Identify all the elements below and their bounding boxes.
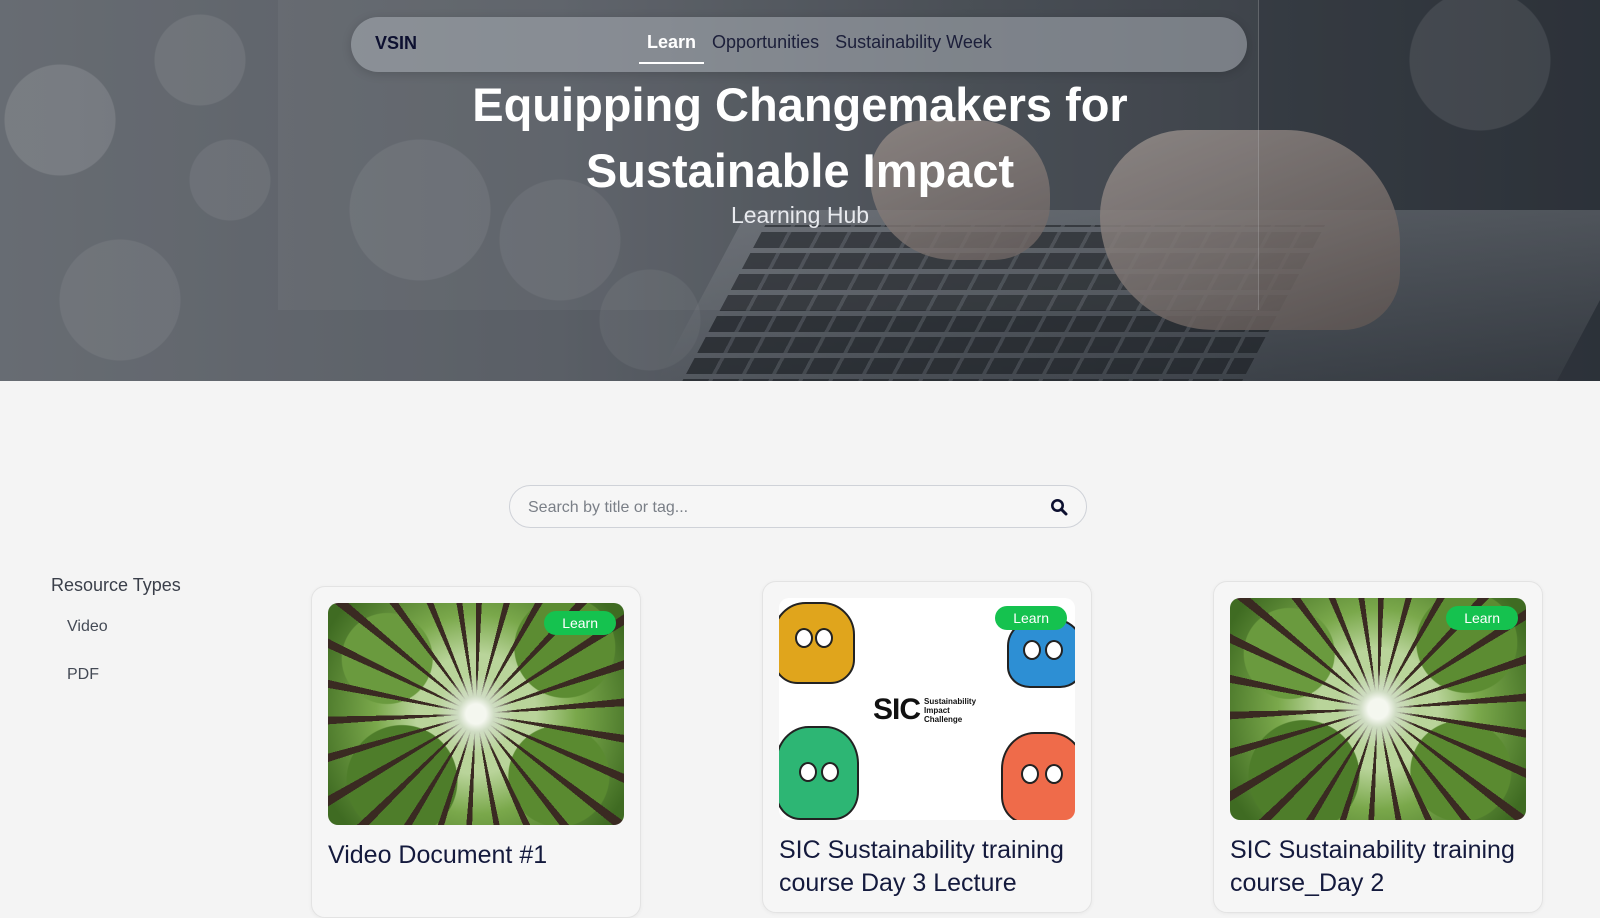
mascot-illustration xyxy=(779,726,859,820)
sic-logo-letters: SIC xyxy=(873,693,921,726)
mascot-eye xyxy=(1045,764,1063,784)
mascot-eye xyxy=(795,628,813,648)
sidebar-title: Resource Types xyxy=(51,575,181,595)
mascot-illustration xyxy=(779,602,855,684)
nav-link-learn[interactable]: Learn xyxy=(639,17,705,72)
search-icon[interactable] xyxy=(1050,498,1068,516)
resource-card[interactable]: SIC Sustainability Impact Challenge Lear… xyxy=(762,581,1092,913)
sic-mascots-image: SIC Sustainability Impact Challenge Lear… xyxy=(779,598,1075,820)
category-badge: Learn xyxy=(995,606,1067,630)
resource-card[interactable]: Learn SIC Sustainability training course… xyxy=(1213,581,1543,913)
search-bar xyxy=(509,485,1087,529)
card-title[interactable]: SIC Sustainability training course Day 3… xyxy=(779,834,1079,900)
mascot-eye xyxy=(799,762,817,782)
search-input[interactable] xyxy=(526,486,1030,529)
hero-banner: VSIN Learn Opportunities Sustainability … xyxy=(0,0,1600,381)
mascot-eye xyxy=(1023,640,1041,660)
category-badge: Learn xyxy=(1446,606,1518,630)
filter-item-pdf[interactable]: PDF xyxy=(67,666,251,714)
mascot-illustration xyxy=(1001,732,1075,820)
hero-subtitle: Learning Hub xyxy=(730,202,870,228)
card-title[interactable]: Video Document #1 xyxy=(328,839,628,872)
resource-types-filter: Resource Types Video PDF xyxy=(51,575,251,714)
mascot-eye xyxy=(1021,764,1039,784)
resource-card[interactable]: Learn Video Document #1 xyxy=(311,586,641,918)
card-title[interactable]: SIC Sustainability training course_Day 2 xyxy=(1230,834,1530,900)
sic-logo: SIC Sustainability Impact Challenge xyxy=(873,693,976,727)
top-navbar: VSIN Learn Opportunities Sustainability … xyxy=(351,17,1247,72)
filter-item-video[interactable]: Video xyxy=(67,618,251,666)
forest-canopy-image: Learn xyxy=(328,603,624,825)
hero-title: Equipping Changemakers for Sustainable I… xyxy=(472,78,1128,197)
nav-links: Learn Opportunities Sustainability Week xyxy=(639,17,1000,72)
mascot-eye xyxy=(1045,640,1063,660)
mascot-eye xyxy=(821,762,839,782)
sic-logo-subtitle: Sustainability Impact Challenge xyxy=(924,696,977,724)
nav-link-sustainability-week[interactable]: Sustainability Week xyxy=(827,17,1000,72)
category-badge: Learn xyxy=(544,611,616,635)
nav-link-opportunities[interactable]: Opportunities xyxy=(704,17,827,72)
forest-canopy-image: Learn xyxy=(1230,598,1526,820)
mascot-eye xyxy=(815,628,833,648)
brand-logo[interactable]: VSIN xyxy=(375,17,417,72)
